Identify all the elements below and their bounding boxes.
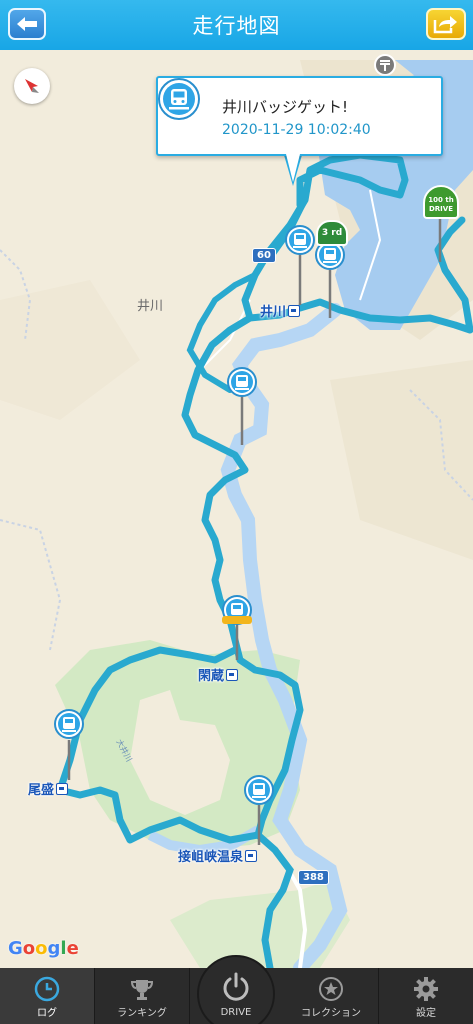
- badge-popup[interactable]: 井川バッジゲット! 2020-11-29 10:02:40: [156, 76, 443, 156]
- compass-icon: [25, 79, 39, 93]
- drive-label: DRIVE: [220, 1007, 252, 1018]
- road-shield-60: 60: [252, 248, 276, 263]
- post-office-icon: [380, 60, 390, 71]
- train-station-icon: [56, 782, 69, 795]
- share-arrow-icon: [433, 16, 457, 34]
- milestone-badge-100th[interactable]: 100 th DRIVE: [423, 185, 459, 219]
- road-shield-388: 388: [298, 870, 329, 885]
- share-button[interactable]: [426, 8, 466, 40]
- gear-icon: [414, 977, 438, 1001]
- station-label-omori[interactable]: 尾盛: [28, 779, 69, 798]
- milestone-badge-3rd[interactable]: 3 rd: [316, 220, 348, 246]
- tab-settings[interactable]: 設定: [379, 968, 473, 1024]
- train-pin-icon[interactable]: [53, 708, 85, 740]
- app-header: 走行地図: [0, 0, 473, 50]
- clock-icon: [34, 976, 60, 1002]
- popup-timestamp: 2020-11-29 10:02:40: [222, 122, 371, 138]
- post-office-pin-icon[interactable]: [374, 54, 396, 76]
- train-station-icon: [288, 304, 301, 317]
- popup-tail: [286, 154, 300, 182]
- popup-title: 井川バッジゲット!: [222, 98, 349, 116]
- current-position-marker: [222, 616, 252, 624]
- tab-log[interactable]: ログ: [0, 968, 95, 1024]
- station-label-kanzo[interactable]: 閑蔵: [198, 665, 239, 684]
- route-map[interactable]: 3 rd 100 th DRIVE 井川 井川 閑蔵 尾盛 接岨峡温泉 60 3…: [0, 50, 473, 968]
- train-badge-icon: [158, 78, 200, 120]
- map-canvas: [0, 50, 473, 968]
- train-pin-icon[interactable]: [284, 224, 316, 256]
- compass-button[interactable]: [14, 68, 50, 104]
- train-station-icon: [245, 849, 258, 862]
- back-button[interactable]: [8, 8, 46, 40]
- train-station-icon: [226, 668, 239, 681]
- station-label-ikawa[interactable]: 井川: [260, 301, 301, 320]
- trophy-icon: [130, 980, 154, 1000]
- train-pin-icon[interactable]: [243, 774, 275, 806]
- arrow-left-icon: [17, 17, 37, 31]
- power-icon: [223, 972, 249, 1001]
- station-label-sessokyo-onsen[interactable]: 接岨峡温泉: [178, 846, 258, 865]
- google-logo: Google: [8, 938, 79, 959]
- tab-collection[interactable]: コレクション: [284, 968, 379, 1024]
- tab-ranking[interactable]: ランキング: [95, 968, 190, 1024]
- train-pin-icon[interactable]: [226, 366, 258, 398]
- page-title: 走行地図: [192, 14, 281, 38]
- area-label: 井川: [137, 299, 164, 314]
- star-icon: [319, 977, 343, 1001]
